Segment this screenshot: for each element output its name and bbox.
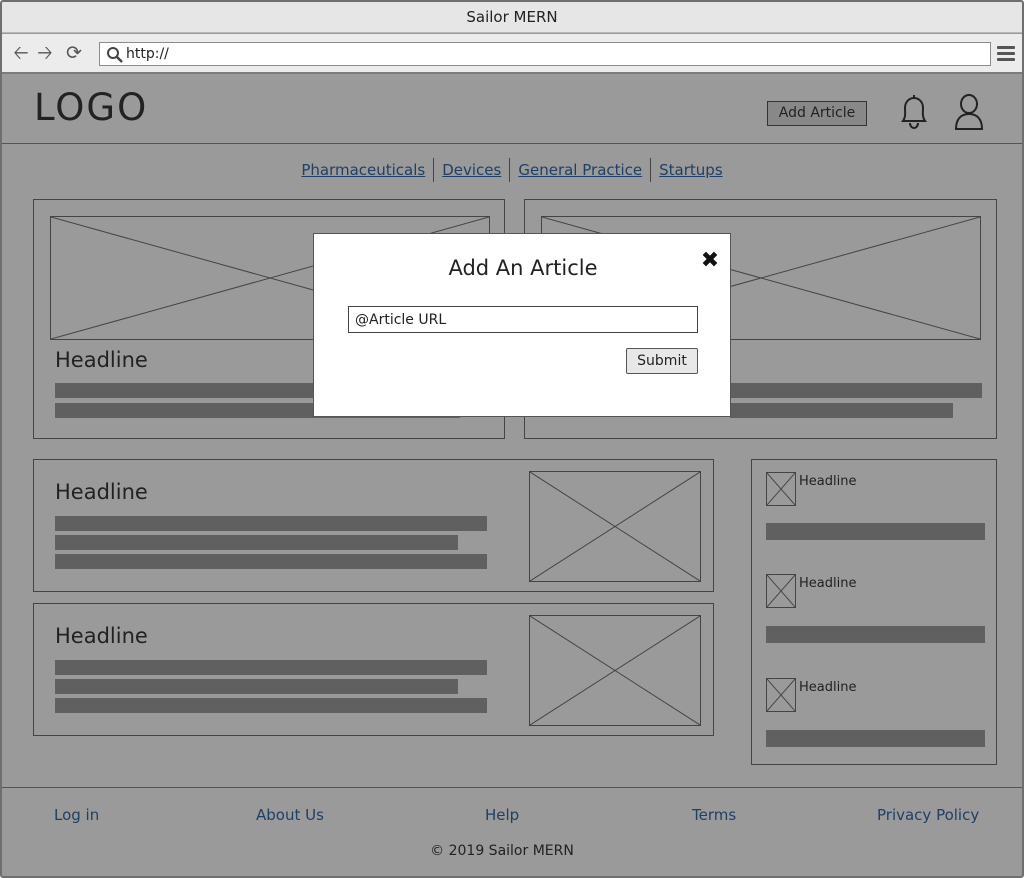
text-placeholder-bar [55, 698, 487, 713]
article-headline[interactable]: Headline [55, 624, 148, 648]
footer-link-login[interactable]: Log in [54, 806, 99, 824]
thumbnail-placeholder [766, 574, 796, 608]
thumbnail-placeholder [766, 678, 796, 712]
url-text: http:// [126, 46, 169, 62]
image-placeholder [529, 615, 701, 726]
text-placeholder-bar [55, 660, 487, 675]
sidebar-article-list: Headline Headline Headline [751, 459, 997, 765]
menu-icon[interactable] [997, 46, 1015, 62]
browser-window: Sailor MERN 🡠 🡢 ⟳ http:// LOGO Add Artic… [0, 0, 1024, 878]
category-link-general-practice[interactable]: General Practice [510, 158, 652, 182]
add-article-button[interactable]: Add Article [767, 101, 867, 126]
bell-icon[interactable] [897, 94, 931, 130]
sidebar-headline[interactable]: Headline [799, 576, 856, 591]
thumbnail-placeholder [766, 472, 796, 506]
reload-icon[interactable]: ⟳ [63, 42, 85, 64]
footer-link-privacy[interactable]: Privacy Policy [877, 806, 979, 824]
category-link-pharmaceuticals[interactable]: Pharmaceuticals [293, 158, 435, 182]
window-title: Sailor MERN [2, 2, 1022, 33]
footer-link-about[interactable]: About Us [256, 806, 324, 824]
url-bar[interactable]: http:// [99, 42, 991, 66]
category-link-startups[interactable]: Startups [651, 158, 731, 182]
search-icon [107, 47, 123, 63]
footer-link-help[interactable]: Help [485, 806, 519, 824]
article-list-card[interactable]: Headline [33, 459, 714, 592]
browser-toolbar: 🡠 🡢 ⟳ http:// [2, 34, 1022, 74]
article-list-card[interactable]: Headline [33, 603, 714, 736]
close-icon[interactable]: ✖ [699, 250, 721, 272]
text-placeholder-bar [766, 626, 985, 643]
text-placeholder-bar [55, 516, 487, 531]
modal-title: Add An Article [448, 256, 598, 280]
text-placeholder-bar [730, 383, 982, 398]
image-placeholder [529, 471, 701, 582]
submit-button[interactable]: Submit [626, 348, 698, 374]
forward-arrow-icon[interactable]: 🡢 [34, 42, 56, 64]
logo[interactable]: LOGO [34, 86, 148, 129]
add-article-modal: Add An Article ✖ Submit [313, 233, 731, 417]
article-headline[interactable]: Headline [55, 480, 148, 504]
sidebar-headline[interactable]: Headline [799, 680, 856, 695]
text-placeholder-bar [55, 679, 458, 694]
site-footer: Log in About Us Help Terms Privacy Polic… [2, 787, 1022, 876]
footer-link-terms[interactable]: Terms [692, 806, 736, 824]
text-placeholder-bar [55, 554, 487, 569]
user-icon[interactable] [952, 93, 986, 131]
site-header: LOGO Add Article [2, 76, 1022, 144]
article-url-input[interactable] [348, 306, 698, 333]
copyright: © 2019 Sailor MERN [430, 843, 574, 859]
category-nav: Pharmaceuticals Devices General Practice St… [2, 158, 1022, 184]
category-link-devices[interactable]: Devices [434, 158, 511, 182]
article-headline[interactable]: Headline [55, 348, 148, 372]
text-placeholder-bar [766, 730, 985, 747]
sidebar-headline[interactable]: Headline [799, 474, 856, 489]
back-arrow-icon[interactable]: 🡠 [10, 42, 32, 64]
text-placeholder-bar [55, 535, 458, 550]
text-placeholder-bar [766, 523, 985, 540]
text-placeholder-bar [730, 403, 953, 418]
